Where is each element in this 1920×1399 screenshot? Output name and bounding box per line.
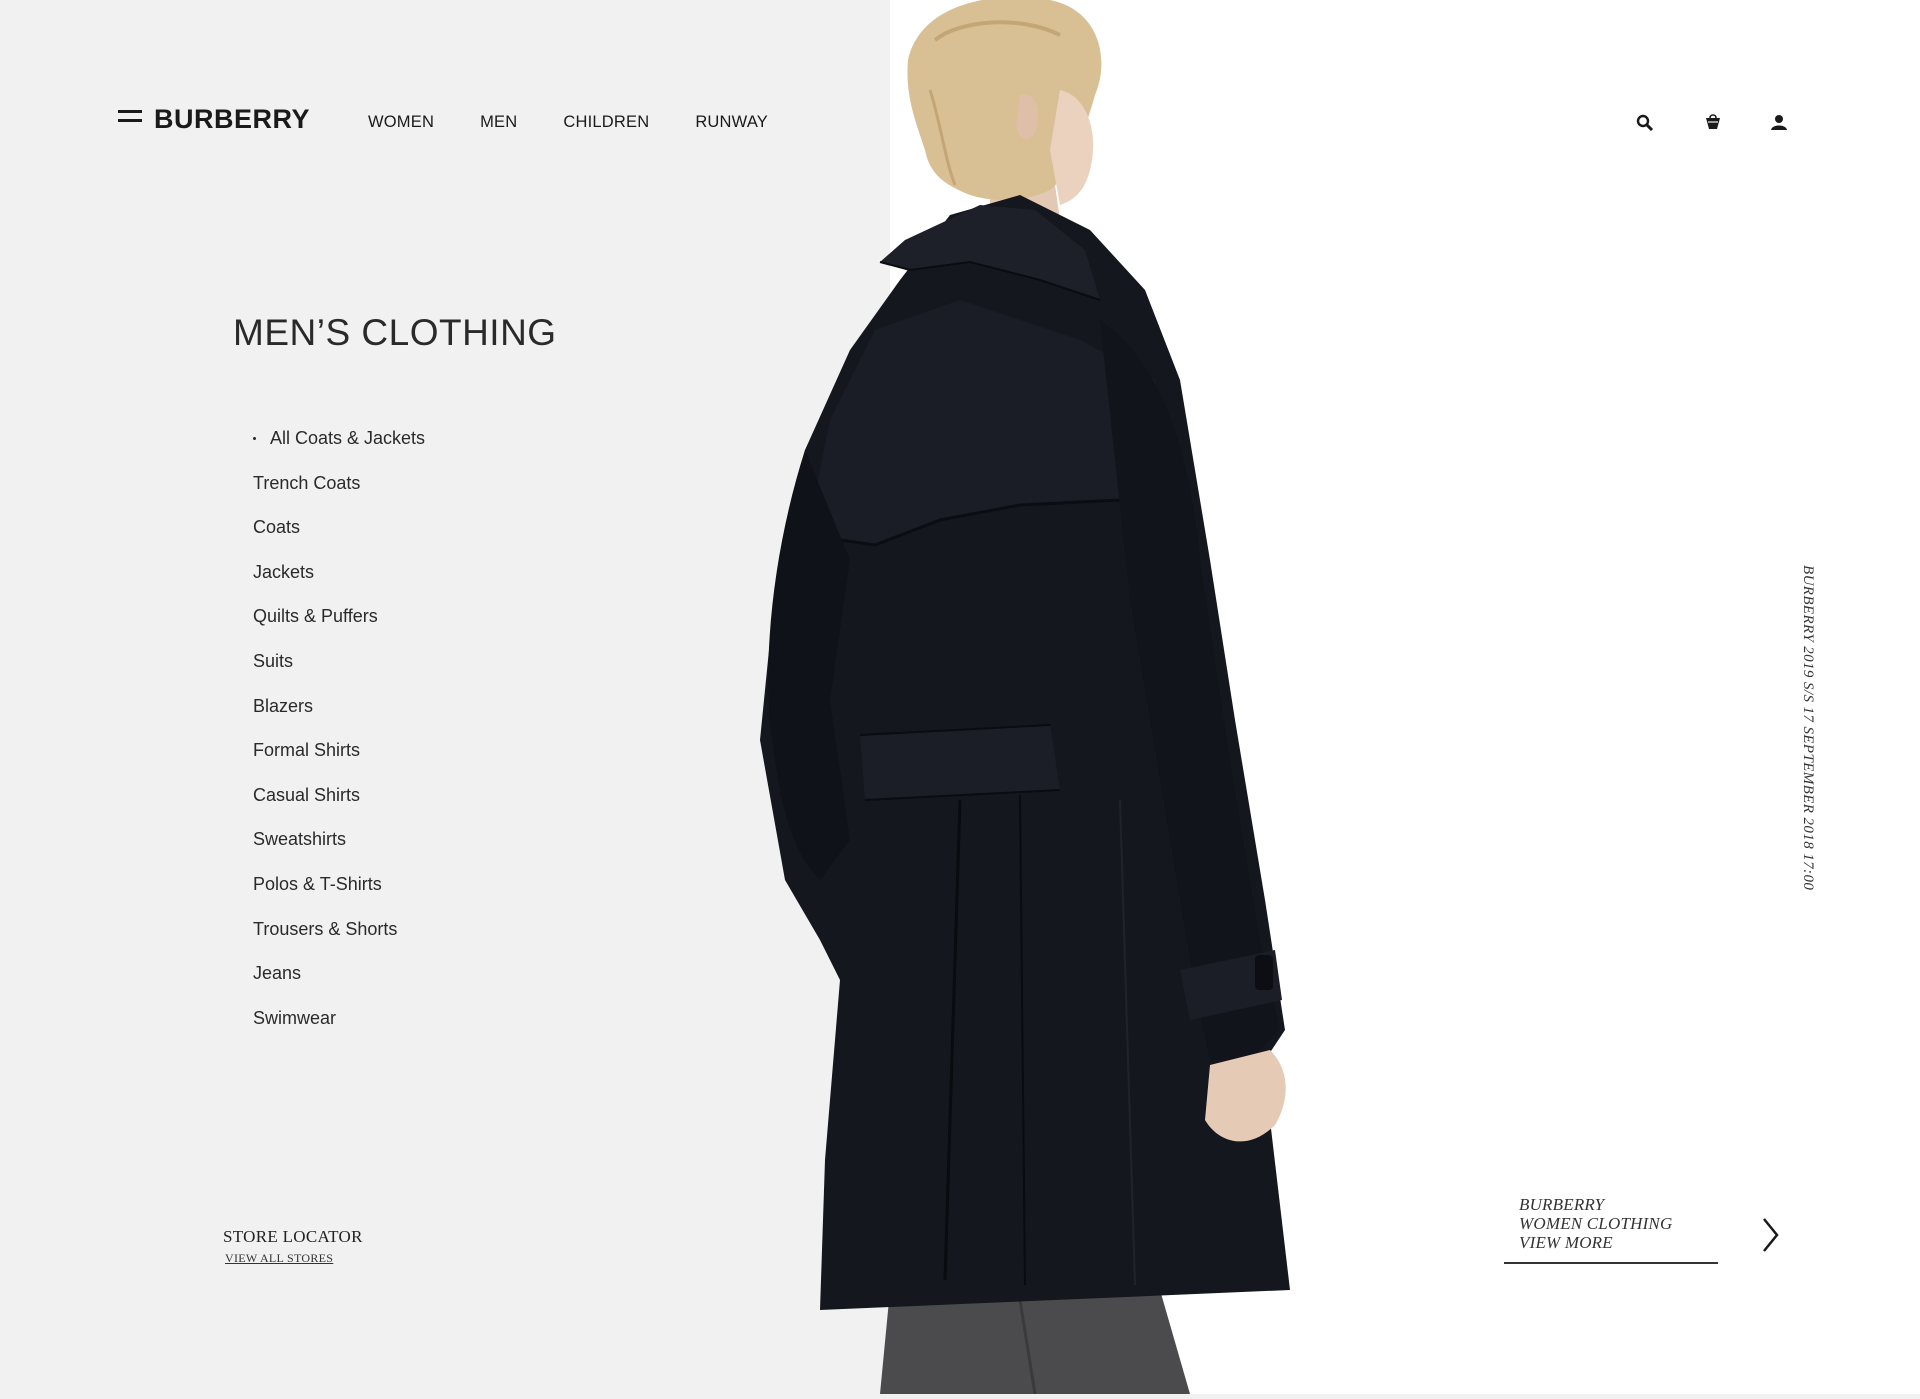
nav-item-runway[interactable]: RUNWAY [695, 113, 768, 132]
chevron-right-icon[interactable] [1760, 1215, 1782, 1255]
nav-item-women[interactable]: WOMEN [368, 113, 434, 132]
runway-date-caption: BURBERRY 2019 S/S 17 SEPTEMBER 2018 17:0… [1800, 565, 1816, 891]
category-list: All Coats & Jackets Trench Coats Coats J… [253, 428, 425, 1052]
category-item-jackets[interactable]: Jackets [253, 562, 425, 607]
category-item-trousers-shorts[interactable]: Trousers & Shorts [253, 919, 425, 964]
promo-line-category: WOMEN CLOTHING [1519, 1214, 1673, 1233]
promo-line-cta: VIEW MORE [1519, 1233, 1613, 1252]
category-item-trench-coats[interactable]: Trench Coats [253, 473, 425, 518]
site-header: BURBERRY WOMEN MEN CHILDREN RUNWAY [0, 0, 1920, 200]
shopping-bag-icon[interactable] [1702, 112, 1724, 134]
category-item-label: All Coats & Jackets [270, 428, 426, 448]
category-item-polos-tshirts[interactable]: Polos & T-Shirts [253, 874, 425, 919]
store-locator-title: STORE LOCATOR [223, 1227, 363, 1246]
promo-block: BURBERRY WOMEN CLOTHING VIEW MORE [1504, 1195, 1718, 1264]
category-item-formal-shirts[interactable]: Formal Shirts [253, 740, 425, 785]
category-item-casual-shirts[interactable]: Casual Shirts [253, 785, 425, 830]
main-nav: WOMEN MEN CHILDREN RUNWAY [368, 113, 814, 132]
category-item-suits[interactable]: Suits [253, 651, 425, 696]
view-more-link[interactable]: BURBERRY WOMEN CLOTHING VIEW MORE [1504, 1195, 1718, 1252]
category-item-blazers[interactable]: Blazers [253, 696, 425, 741]
category-item-swimwear[interactable]: Swimwear [253, 1008, 425, 1053]
category-item-all-coats-jackets[interactable]: All Coats & Jackets [253, 428, 425, 473]
category-title: MEN’S CLOTHING [233, 312, 557, 353]
nav-item-children[interactable]: CHILDREN [563, 113, 649, 132]
nav-item-men[interactable]: MEN [480, 113, 517, 132]
search-icon[interactable] [1634, 112, 1656, 134]
promo-line-brand: BURBERRY [1519, 1195, 1605, 1214]
hamburger-menu-icon[interactable] [118, 110, 142, 124]
view-all-stores-link[interactable]: VIEW ALL STORES [225, 1251, 333, 1266]
category-item-sweatshirts[interactable]: Sweatshirts [253, 829, 425, 874]
account-icon[interactable] [1768, 112, 1790, 134]
category-item-coats[interactable]: Coats [253, 517, 425, 562]
hero-model-image [690, 0, 1340, 1395]
header-actions [1620, 112, 1787, 136]
category-item-quilts-puffers[interactable]: Quilts & Puffers [253, 606, 425, 651]
category-item-jeans[interactable]: Jeans [253, 963, 425, 1008]
active-bullet-icon [253, 437, 256, 440]
promo-underline [1504, 1262, 1718, 1264]
store-locator: STORE LOCATOR VIEW ALL STORES [223, 1227, 363, 1267]
brand-logo[interactable]: BURBERRY [154, 104, 310, 135]
